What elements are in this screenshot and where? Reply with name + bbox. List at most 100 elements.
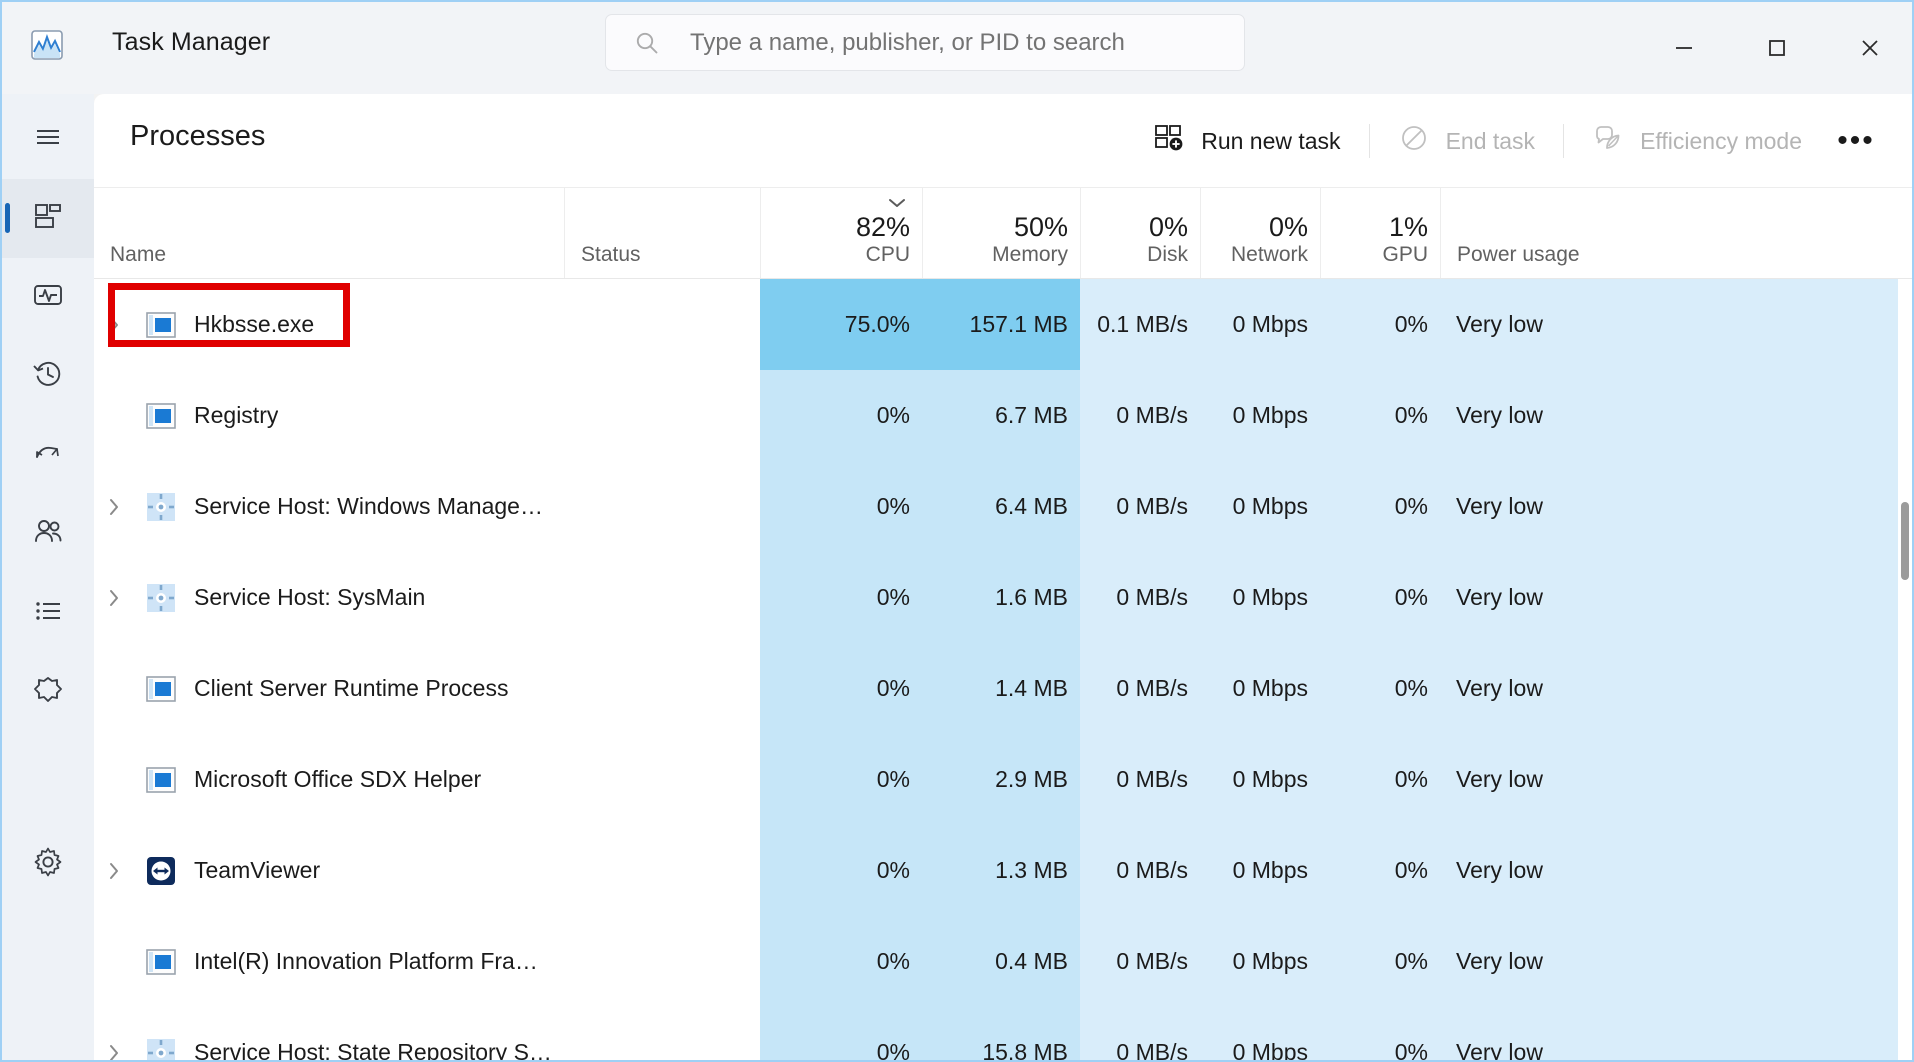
cell-name[interactable]: Intel(R) Innovation Platform Fra…	[94, 916, 564, 1007]
cell-memory: 6.7 MB	[922, 370, 1080, 461]
cell-power: Very low	[1440, 1007, 1898, 1060]
cell-name[interactable]: TeamViewer	[94, 825, 564, 916]
sidebar-item-app-history[interactable]	[2, 337, 94, 416]
column-usage-cpu: 82%	[855, 212, 910, 243]
sidebar-item-settings[interactable]	[2, 825, 94, 904]
cell-name[interactable]: Service Host: State Repository S…	[94, 1007, 564, 1060]
more-options-button[interactable]: •••	[1824, 112, 1888, 170]
column-header-memory[interactable]: 50% Memory	[922, 188, 1080, 278]
expand-chevron-right-icon[interactable]	[94, 860, 134, 882]
table-row[interactable]: Service Host: Windows Manage… 0% 6.4 MB 0 M…	[94, 461, 1912, 552]
cell-memory: 1.6 MB	[922, 552, 1080, 643]
page-header: Processes Run new task End task Efficien…	[94, 94, 1912, 187]
cell-memory: 0.4 MB	[922, 916, 1080, 1007]
app-history-icon	[31, 357, 65, 396]
cell-disk: 0 MB/s	[1080, 552, 1200, 643]
sidebar-item-services[interactable]	[2, 653, 94, 732]
window-app-icon	[144, 308, 178, 342]
cell-power: Very low	[1440, 461, 1898, 552]
table-row[interactable]: Microsoft Office SDX Helper 0% 2.9 MB 0 MB/…	[94, 734, 1912, 825]
efficiency-mode-button[interactable]: Efficiency mode	[1570, 112, 1824, 170]
expand-chevron-right-icon[interactable]	[94, 1042, 134, 1060]
cell-power: Very low	[1440, 279, 1898, 370]
sidebar-item-startup-apps[interactable]	[2, 416, 94, 495]
minimize-button[interactable]	[1637, 2, 1730, 94]
cell-name[interactable]: Registry	[94, 370, 564, 461]
sidebar-item-hamburger-menu[interactable]	[2, 100, 94, 179]
column-label-disk: Disk	[1147, 242, 1188, 266]
table-body: Hkbsse.exe 75.0% 157.1 MB 0.1 MB/s 0 Mbps 0% V…	[94, 279, 1912, 1060]
cell-disk: 0 MB/s	[1080, 734, 1200, 825]
cell-network: 0 Mbps	[1200, 370, 1320, 461]
cell-gpu: 0%	[1320, 916, 1440, 1007]
column-header-status[interactable]: Status	[564, 188, 760, 278]
expand-chevron-right-icon[interactable]	[94, 496, 134, 518]
scrollbar-thumb[interactable]	[1901, 502, 1909, 580]
close-button[interactable]	[1823, 2, 1912, 94]
cell-status	[564, 916, 760, 1007]
column-usage-gpu: 1%	[1388, 212, 1428, 243]
cell-name[interactable]: Hkbsse.exe	[94, 279, 564, 370]
cell-name[interactable]: Service Host: SysMain	[94, 552, 564, 643]
expand-chevron-right-icon[interactable]	[94, 587, 134, 609]
column-label-network: Network	[1230, 242, 1308, 266]
cell-network: 0 Mbps	[1200, 279, 1320, 370]
column-header-cpu[interactable]: 82% CPU	[760, 188, 922, 278]
search-placeholder[interactable]: Type a name, publisher, or PID to search	[690, 29, 1125, 57]
column-header-name[interactable]: Name	[94, 188, 564, 278]
search-icon	[634, 30, 660, 56]
end-task-icon	[1398, 122, 1430, 160]
cell-name[interactable]: Service Host: Windows Manage…	[94, 461, 564, 552]
table-row[interactable]: Service Host: SysMain 0% 1.6 MB 0 MB/s 0 Mbp…	[94, 552, 1912, 643]
column-label-name: Name	[110, 242, 167, 266]
sidebar-item-processes[interactable]	[2, 179, 94, 258]
title-bar: Task Manager Type a name, publisher, or …	[2, 2, 1912, 94]
table-row[interactable]: Registry 0% 6.7 MB 0 MB/s 0 Mbps 0% Very low	[94, 370, 1912, 461]
sidebar-item-details[interactable]	[2, 574, 94, 653]
column-label-status: Status	[581, 242, 641, 266]
table-row[interactable]: Hkbsse.exe 75.0% 157.1 MB 0.1 MB/s 0 Mbps 0% V…	[94, 279, 1912, 370]
column-header-power[interactable]: Power usage	[1440, 188, 1898, 278]
cell-disk: 0 MB/s	[1080, 1007, 1200, 1060]
table-row[interactable]: Intel(R) Innovation Platform Fra… 0% 0.4 M…	[94, 916, 1912, 1007]
expand-chevron-right-icon[interactable]	[94, 314, 134, 336]
cell-gpu: 0%	[1320, 1007, 1440, 1060]
run-new-task-button[interactable]: Run new task	[1131, 112, 1362, 170]
column-header-network[interactable]: 0% Network	[1200, 188, 1320, 278]
vertical-scrollbar[interactable]	[1896, 372, 1912, 1052]
cell-memory: 1.3 MB	[922, 825, 1080, 916]
task-manager-window: Task Manager Type a name, publisher, or …	[0, 0, 1914, 1062]
sidebar-item-users[interactable]	[2, 495, 94, 574]
new-task-icon	[1153, 122, 1185, 160]
cell-cpu: 0%	[760, 1007, 922, 1060]
column-header-gpu[interactable]: 1% GPU	[1320, 188, 1440, 278]
cell-memory: 6.4 MB	[922, 461, 1080, 552]
cell-disk: 0.1 MB/s	[1080, 279, 1200, 370]
cell-cpu: 0%	[760, 825, 922, 916]
cell-network: 0 Mbps	[1200, 461, 1320, 552]
sidebar-item-performance[interactable]	[2, 258, 94, 337]
process-name-label: TeamViewer	[194, 857, 321, 883]
window-app-icon	[144, 672, 178, 706]
cell-cpu: 0%	[760, 734, 922, 825]
task-manager-icon	[26, 24, 68, 66]
gear-icon	[31, 845, 65, 884]
search-box[interactable]: Type a name, publisher, or PID to search	[605, 14, 1245, 71]
process-name-label: Registry	[194, 402, 279, 428]
table-row[interactable]: Service Host: State Repository S… 0% 15.8 …	[94, 1007, 1912, 1060]
cell-memory: 2.9 MB	[922, 734, 1080, 825]
cell-status	[564, 734, 760, 825]
content-panel: Processes Run new task End task Efficien…	[94, 94, 1912, 1060]
maximize-button[interactable]	[1730, 2, 1823, 94]
cell-name[interactable]: Microsoft Office SDX Helper	[94, 734, 564, 825]
cell-power: Very low	[1440, 370, 1898, 461]
end-task-button[interactable]: End task	[1376, 112, 1558, 170]
efficiency-mode-label: Efficiency mode	[1640, 127, 1802, 154]
table-row[interactable]: TeamViewer 0% 1.3 MB 0 MB/s 0 Mbps 0% Very low	[94, 825, 1912, 916]
cell-name[interactable]: Client Server Runtime Process	[94, 643, 564, 734]
hamburger-menu-icon	[31, 120, 65, 159]
process-name-label: Service Host: SysMain	[194, 584, 426, 610]
cell-status	[564, 1007, 760, 1060]
table-row[interactable]: Client Server Runtime Process 0% 1.4 MB 0 M…	[94, 643, 1912, 734]
column-header-disk[interactable]: 0% Disk	[1080, 188, 1200, 278]
